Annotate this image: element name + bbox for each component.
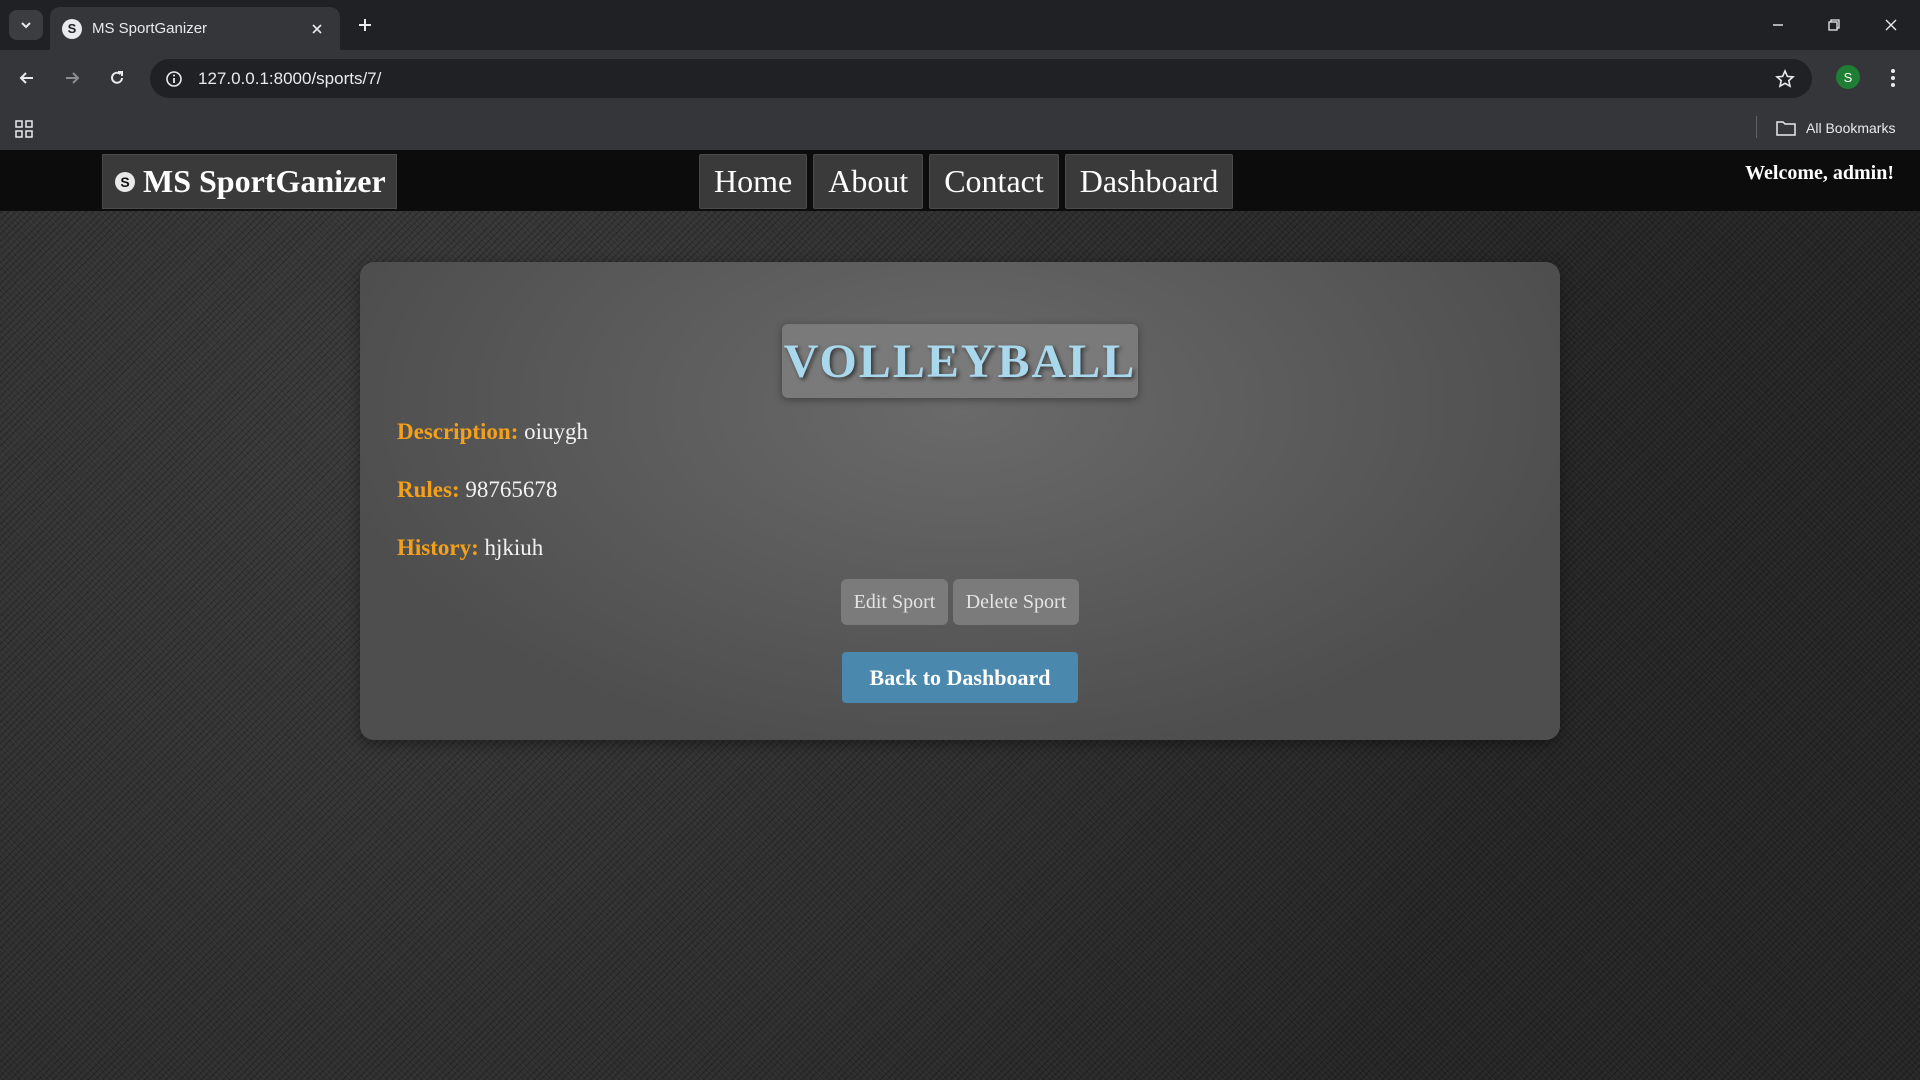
back-to-dashboard-button[interactable]: Back to Dashboard — [842, 652, 1078, 703]
description-field: Description: oiuygh — [397, 419, 588, 445]
nav-contact[interactable]: Contact — [929, 154, 1059, 209]
chevron-down-icon — [21, 22, 31, 29]
edit-sport-button[interactable]: Edit Sport — [841, 579, 948, 625]
welcome-message: Welcome, admin! — [1745, 162, 1894, 184]
all-bookmarks-label: All Bookmarks — [1806, 120, 1896, 136]
close-icon — [1885, 19, 1897, 31]
delete-sport-button[interactable]: Delete Sport — [953, 579, 1079, 625]
browser-menu-icon[interactable] — [1880, 64, 1906, 92]
tab-title: MS SportGanizer — [92, 20, 208, 37]
new-tab-button[interactable] — [352, 12, 378, 38]
description-value: oiuygh — [524, 419, 589, 444]
folder-icon — [1776, 120, 1796, 136]
back-nav-button[interactable] — [13, 64, 41, 92]
bookmarks-bar: All Bookmarks — [0, 106, 1920, 150]
url-text[interactable]: 127.0.0.1:8000/sports/7/ — [198, 69, 1772, 89]
all-bookmarks-button[interactable]: All Bookmarks — [1776, 116, 1895, 140]
site-info-icon[interactable] — [162, 67, 186, 91]
tab-close-icon[interactable] — [308, 20, 326, 38]
rules-field: Rules: 98765678 — [397, 477, 557, 503]
site-favicon-icon: S — [62, 18, 82, 39]
restore-icon — [1828, 19, 1840, 31]
page-background: S MS SportGanizer Home About Contact Das… — [0, 150, 1920, 1080]
history-value: hjkiuh — [484, 535, 544, 560]
nav-home[interactable]: Home — [699, 154, 808, 209]
browser-tab[interactable]: S MS SportGanizer — [50, 7, 340, 50]
brand-link[interactable]: S MS SportGanizer — [102, 154, 397, 209]
rules-value: 98765678 — [465, 477, 558, 502]
minimize-icon — [1773, 24, 1783, 26]
nav-links: Home About Contact Dashboard — [699, 154, 1234, 209]
rules-label: Rules: — [397, 477, 460, 502]
address-bar[interactable]: 127.0.0.1:8000/sports/7/ — [150, 59, 1812, 98]
history-field: History: hjkiuh — [397, 535, 543, 561]
profile-avatar[interactable]: S — [1836, 65, 1860, 89]
brand-logo-icon: S — [115, 171, 135, 192]
forward-nav-button[interactable] — [58, 64, 86, 92]
plus-icon — [359, 19, 371, 31]
minimize-button[interactable] — [1765, 12, 1791, 38]
browser-toolbar: 127.0.0.1:8000/sports/7/ S — [0, 50, 1920, 106]
nav-about[interactable]: About — [813, 154, 924, 209]
browser-tab-bar: S MS SportGanizer — [0, 0, 1920, 50]
bookmark-star-icon[interactable] — [1772, 66, 1798, 92]
apps-grid-icon[interactable] — [12, 117, 36, 141]
tab-search-button[interactable] — [9, 10, 43, 40]
sport-title: VOLLEYBALL — [782, 324, 1138, 398]
description-label: Description: — [397, 419, 519, 444]
bookmarks-divider — [1756, 116, 1757, 138]
sport-detail-card: VOLLEYBALL Description: oiuygh Rules: 98… — [360, 262, 1560, 740]
history-label: History: — [397, 535, 479, 560]
close-window-button[interactable] — [1878, 12, 1904, 38]
reload-icon — [111, 71, 123, 84]
nav-dashboard[interactable]: Dashboard — [1064, 154, 1234, 209]
restore-button[interactable] — [1821, 12, 1847, 38]
arrow-left-icon — [19, 72, 33, 84]
site-navbar: S MS SportGanizer Home About Contact Das… — [0, 150, 1920, 211]
arrow-right-icon — [66, 72, 80, 84]
reload-button[interactable] — [103, 64, 131, 92]
brand-name: MS SportGanizer — [143, 163, 386, 199]
